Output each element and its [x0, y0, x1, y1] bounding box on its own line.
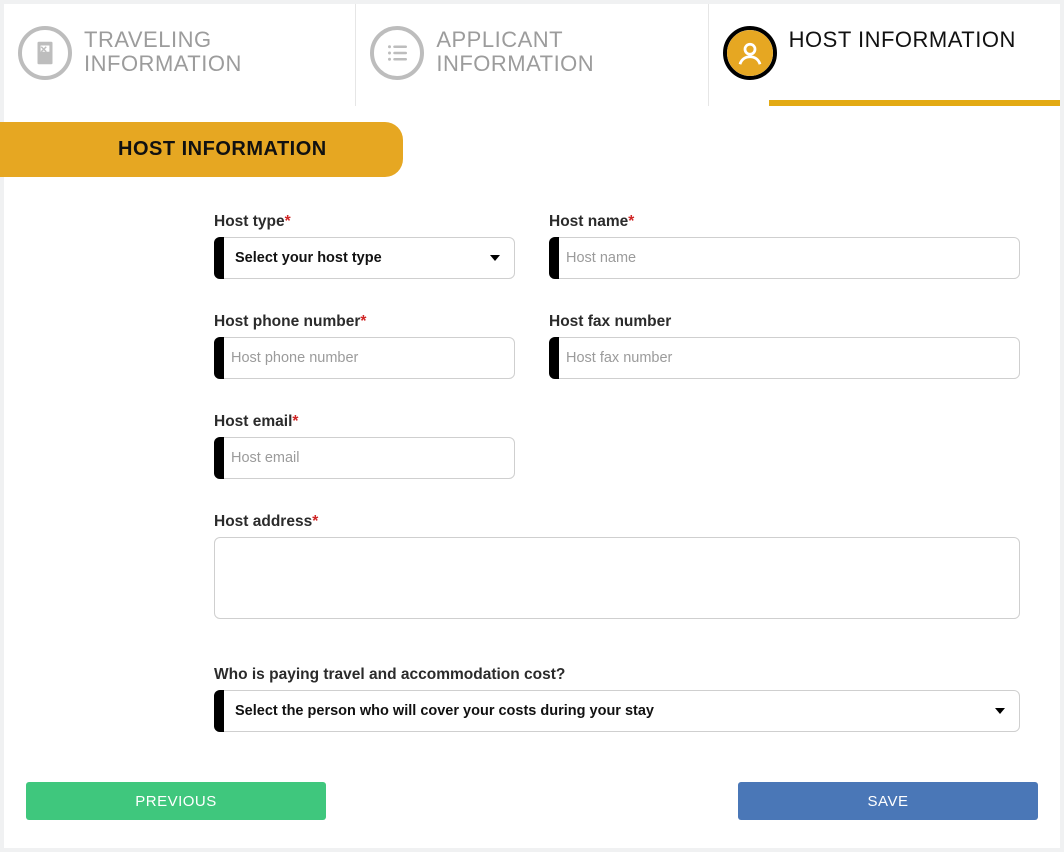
passport-icon — [18, 26, 72, 80]
select-value: Select the person who will cover your co… — [235, 703, 654, 719]
field-accent-bar — [214, 337, 224, 379]
tab-applicant-information[interactable]: APPLICANT INFORMATION — [356, 4, 708, 106]
host-type-label: Host type* — [214, 213, 515, 231]
payer-select[interactable]: Select the person who will cover your co… — [214, 690, 1020, 732]
list-icon — [370, 26, 424, 80]
field-accent-bar — [549, 237, 559, 279]
host-name-label: Host name* — [549, 213, 1020, 231]
host-fax-label: Host fax number — [549, 313, 1020, 331]
host-phone-label: Host phone number* — [214, 313, 515, 331]
field-accent-bar — [549, 337, 559, 379]
active-indicator — [769, 100, 1060, 106]
host-email-input[interactable] — [214, 437, 515, 479]
host-name-input[interactable] — [549, 237, 1020, 279]
field-accent-bar — [214, 690, 224, 732]
payer-label: Who is paying travel and accommodation c… — [214, 666, 1020, 684]
host-type-select[interactable]: Select your host type — [214, 237, 515, 279]
step-tabs: TRAVELING INFORMATION APPLICANT INFORMAT… — [4, 4, 1060, 106]
select-value: Select your host type — [235, 250, 382, 266]
section-title: HOST INFORMATION — [0, 122, 403, 177]
host-address-label: Host address* — [214, 513, 1020, 531]
chevron-down-icon — [490, 255, 500, 261]
tab-label: HOST INFORMATION — [789, 26, 1016, 52]
field-accent-bar — [214, 237, 224, 279]
field-accent-bar — [214, 437, 224, 479]
tab-label: APPLICANT INFORMATION — [436, 26, 693, 76]
chevron-down-icon — [995, 708, 1005, 714]
tab-traveling-information[interactable]: TRAVELING INFORMATION — [4, 4, 356, 106]
previous-button[interactable]: PREVIOUS — [26, 782, 326, 820]
tab-host-information[interactable]: HOST INFORMATION — [709, 4, 1060, 106]
tab-label: TRAVELING INFORMATION — [84, 26, 341, 76]
host-address-textarea[interactable] — [214, 537, 1020, 619]
person-icon — [723, 26, 777, 80]
save-button[interactable]: SAVE — [738, 782, 1038, 820]
host-fax-input[interactable] — [549, 337, 1020, 379]
host-email-label: Host email* — [214, 413, 515, 431]
host-phone-input[interactable] — [214, 337, 515, 379]
